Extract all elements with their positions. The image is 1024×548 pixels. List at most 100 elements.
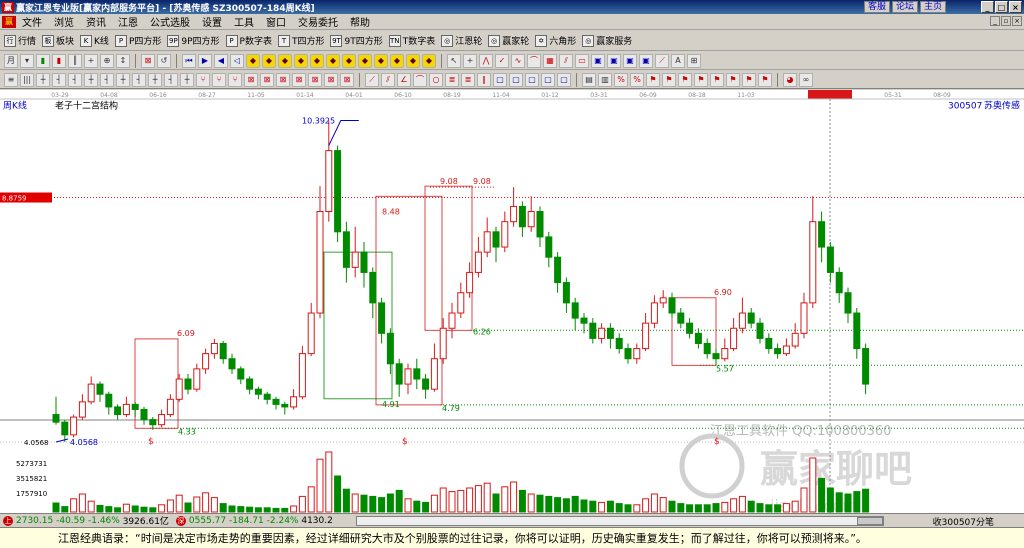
diamond-3-icon[interactable]: ◆ — [278, 53, 292, 68]
ohlc-8-icon[interactable]: ┤ — [164, 72, 178, 87]
chart-area[interactable]: 03-29 04-08 06-16 08-27 11-05 01-14 04-01 06-10… — [0, 90, 1024, 513]
p-number-table-button[interactable]: P P数字表 — [225, 34, 272, 47]
bar-icon[interactable]: ║ — [68, 53, 82, 68]
gann-box-5-icon[interactable]: ⊠ — [308, 72, 322, 87]
hexagon-button[interactable]: ✡ 六角形 — [535, 34, 576, 47]
flag-8-icon[interactable]: ⚑ — [758, 72, 772, 87]
quotes-button[interactable]: 行行情 — [4, 34, 36, 47]
prev-icon[interactable]: ◀ — [214, 53, 228, 68]
sz-index-block[interactable]: 深 0555.77 -184.71 -2.24% 4130.2 — [173, 515, 333, 526]
menu-browse[interactable]: 浏览 — [48, 14, 80, 29]
menu-trade[interactable]: 交易委托 — [292, 14, 344, 29]
square-icon[interactable]: ▣ — [591, 53, 605, 68]
menu-file[interactable]: 文件 — [16, 14, 48, 29]
sh-index-block[interactable]: 上 2730.15 -40.59 -1.46% 3926.61亿 — [0, 514, 169, 527]
square-tool-3-icon[interactable]: ▢ — [525, 72, 539, 87]
left-icon[interactable]: ◁ — [230, 53, 244, 68]
fork-3-icon[interactable]: ⑂ — [228, 72, 242, 87]
diamond-10-icon[interactable]: ◆ — [390, 53, 404, 68]
diamond-9-icon[interactable]: ◆ — [374, 53, 388, 68]
doc-minimize-icon[interactable]: _ — [990, 16, 1000, 26]
winner-wheel-button[interactable]: ◎ 赢家轮 — [488, 34, 529, 47]
link-icon[interactable]: ∞ — [799, 72, 813, 87]
t-square-button[interactable]: T T四方形 — [277, 34, 324, 47]
doc-close-icon[interactable]: × — [1012, 16, 1022, 26]
square-2-icon[interactable]: ▣ — [607, 53, 621, 68]
diamond-6-icon[interactable]: ◆ — [326, 53, 340, 68]
arc-icon[interactable]: ⌒ — [527, 53, 541, 68]
menu-tools[interactable]: 工具 — [228, 14, 260, 29]
9p-square-button[interactable]: 9P 9P四方形 — [167, 34, 220, 47]
ohlc-icon[interactable]: ┤ — [52, 72, 66, 87]
doc-restore-icon[interactable]: ▫ — [1001, 16, 1011, 26]
flag-2-icon[interactable]: ⚑ — [662, 72, 676, 87]
first-icon[interactable]: ⏮ — [182, 53, 196, 68]
square-tool-2-icon[interactable]: ▢ — [509, 72, 523, 87]
diamond-7-icon[interactable]: ◆ — [342, 53, 356, 68]
square-tool-5-icon[interactable]: ▢ — [557, 72, 571, 87]
square-tool-4-icon[interactable]: ▢ — [541, 72, 555, 87]
menu-gann[interactable]: 江恩 — [112, 14, 144, 29]
box-icon[interactable]: ▭ — [575, 53, 589, 68]
diamond-4-icon[interactable]: ◆ — [294, 53, 308, 68]
gann-box-6-icon[interactable]: ⊠ — [324, 72, 338, 87]
close-icon[interactable]: × — [1009, 1, 1022, 13]
customer-service-link[interactable]: 客服 — [863, 1, 890, 13]
gann-box-2-icon[interactable]: ⊠ — [260, 72, 274, 87]
grid-icon[interactable]: ▦ — [543, 53, 557, 68]
fib-2-icon[interactable]: ≣ — [461, 72, 475, 87]
undo-icon[interactable]: ↺ — [157, 53, 171, 68]
text-icon[interactable]: A — [671, 53, 685, 68]
fan-line-icon[interactable]: ⋀ — [479, 53, 493, 68]
menu-window[interactable]: 窗口 — [260, 14, 292, 29]
ray-line-icon[interactable]: ⟋ — [365, 72, 379, 87]
flag-icon[interactable]: ⚑ — [646, 72, 660, 87]
square-3-icon[interactable]: ▣ — [623, 53, 637, 68]
ohlc-4-icon[interactable]: ┤ — [100, 72, 114, 87]
diamond-8-icon[interactable]: ◆ — [358, 53, 372, 68]
flag-3-icon[interactable]: ⚑ — [678, 72, 692, 87]
ticks-icon[interactable]: ┼ — [36, 72, 50, 87]
homepage-link[interactable]: 主页 — [919, 1, 946, 13]
gann-fan-icon[interactable]: ✓ — [495, 53, 509, 68]
parallel-icon[interactable]: ⫽ — [381, 72, 395, 87]
menu-settings[interactable]: 设置 — [196, 14, 228, 29]
flag-6-icon[interactable]: ⚑ — [726, 72, 740, 87]
period-icon[interactable]: 月 — [4, 53, 18, 68]
chart-type-icon[interactable]: ⊠ — [141, 53, 155, 68]
angle-icon[interactable]: ∠ — [397, 72, 411, 87]
diamond-5-icon[interactable]: ◆ — [310, 53, 324, 68]
p-square-button[interactable]: P P四方形 — [114, 34, 161, 47]
percent-icon[interactable]: % — [614, 72, 628, 87]
square-tool-icon[interactable]: ▢ — [493, 72, 507, 87]
candle-down-icon[interactable]: ▮ — [52, 53, 66, 68]
maximize-icon[interactable]: □ — [995, 1, 1008, 13]
gann-box-7-icon[interactable]: ⊠ — [340, 72, 354, 87]
bars-icon[interactable]: ||| — [20, 72, 34, 87]
channel-icon[interactable]: ⫽ — [559, 53, 573, 68]
pie-icon[interactable]: ◕ — [783, 72, 797, 87]
ohlc-5-icon[interactable]: ┼ — [116, 72, 130, 87]
menu-info[interactable]: 资讯 — [80, 14, 112, 29]
bar-chart-icon[interactable]: ▥ — [598, 72, 612, 87]
gann-box-3-icon[interactable]: ⊠ — [276, 72, 290, 87]
ruler-icon[interactable]: ⊞ — [687, 53, 701, 68]
wave-icon[interactable]: ∿ — [511, 53, 525, 68]
diamond-2-icon[interactable]: ◆ — [262, 53, 276, 68]
candle-up-icon[interactable]: ▮ — [36, 53, 50, 68]
fork-icon[interactable]: ⑂ — [196, 72, 210, 87]
ohlc-2-icon[interactable]: ┤ — [68, 72, 82, 87]
menu-formula-select[interactable]: 公式选股 — [144, 14, 196, 29]
tick-data-text[interactable]: 收300507分笔 — [933, 515, 994, 528]
t-number-table-button[interactable]: TN T数字表 — [388, 34, 435, 47]
diamond-12-icon[interactable]: ◆ — [422, 53, 436, 68]
next-icon[interactable]: ▶ — [198, 53, 212, 68]
minimize-icon[interactable]: _ — [981, 1, 994, 13]
cross-tool-icon[interactable]: + — [463, 53, 477, 68]
crosshair-icon[interactable]: + — [84, 53, 98, 68]
gann-box-icon[interactable]: ⊠ — [244, 72, 258, 87]
square-4-icon[interactable]: ▣ — [639, 53, 653, 68]
gann-wheel-button[interactable]: ◎ 江恩轮 — [441, 34, 482, 47]
fib-icon[interactable]: ≣ — [445, 72, 459, 87]
zoom-icon[interactable]: ⊕ — [100, 53, 114, 68]
